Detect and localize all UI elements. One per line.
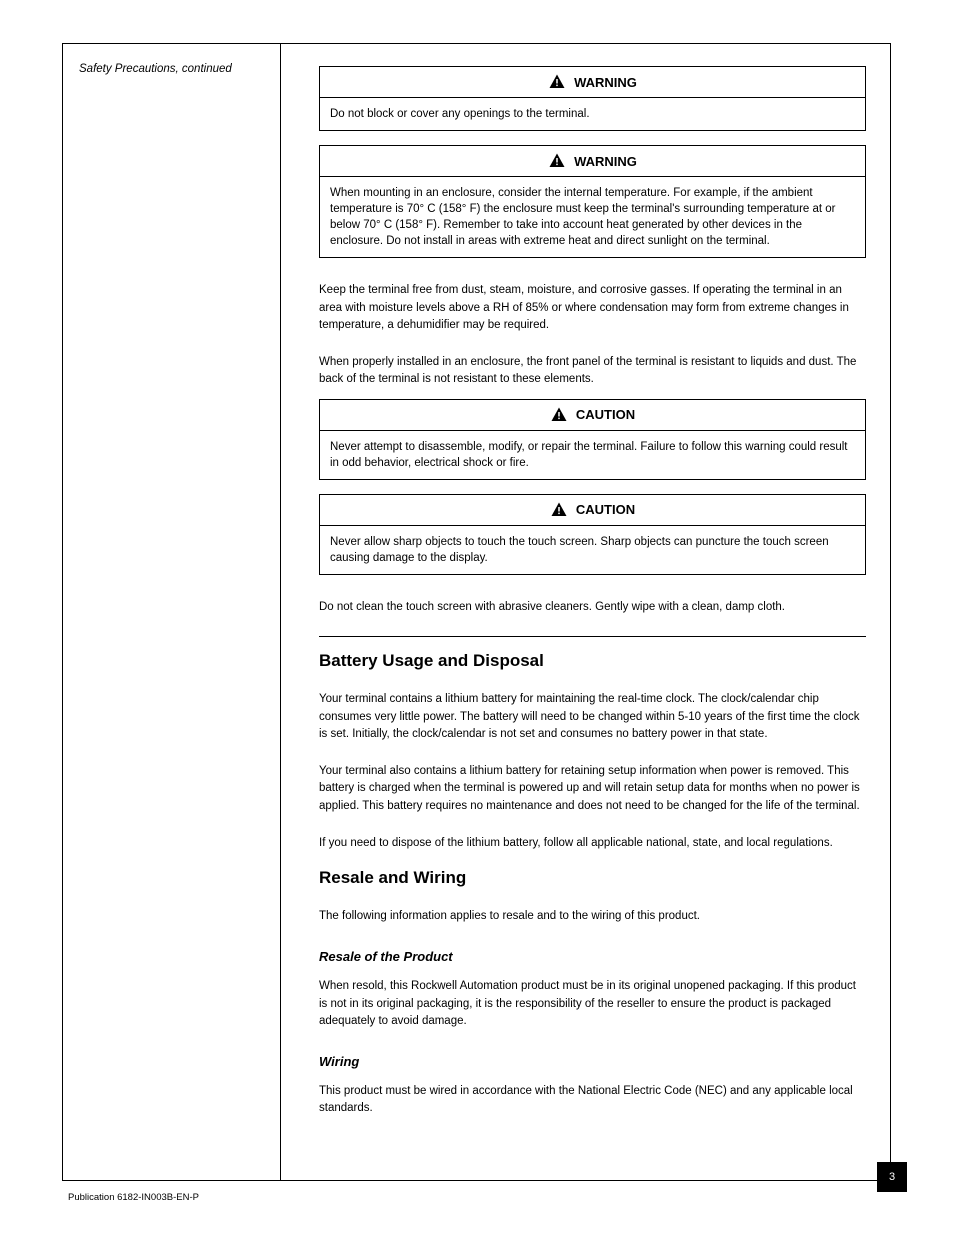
sidebar: Safety Precautions, continued [63, 44, 281, 1180]
warning-icon [548, 73, 566, 91]
warning-icon [550, 406, 568, 424]
paragraph: When properly installed in an enclosure,… [319, 354, 866, 389]
callout-label: WARNING [574, 75, 637, 90]
paragraph: If you need to dispose of the lithium ba… [319, 835, 866, 852]
callout-head: CAUTION [320, 400, 865, 431]
subheading-wiring: Wiring [319, 1054, 866, 1069]
callout-warning-1: WARNING Do not block or cover any openin… [319, 66, 866, 131]
callout-label: CAUTION [576, 407, 635, 422]
paragraph: The following information applies to res… [319, 908, 866, 925]
page-frame: Safety Precautions, continued WARNING Do… [62, 43, 891, 1181]
page-number-badge: 3 [877, 1162, 907, 1192]
paragraph: When resold, this Rockwell Automation pr… [319, 978, 866, 1030]
callout-warning-2: WARNING When mounting in an enclosure, c… [319, 145, 866, 258]
callout-body: Do not block or cover any openings to th… [320, 98, 865, 130]
subheading-resale: Resale of the Product [319, 949, 866, 964]
callout-caution-1: CAUTION Never attempt to disassemble, mo… [319, 399, 866, 480]
paragraph: This product must be wired in accordance… [319, 1083, 866, 1118]
heading-battery: Battery Usage and Disposal [319, 651, 866, 671]
callout-caution-2: CAUTION Never allow sharp objects to tou… [319, 494, 866, 575]
warning-icon [548, 152, 566, 170]
callout-head: CAUTION [320, 495, 865, 526]
callout-label: CAUTION [576, 502, 635, 517]
callout-body: Never attempt to disassemble, modify, or… [320, 431, 865, 479]
paragraph: Do not clean the touch screen with abras… [319, 599, 866, 616]
callout-body: When mounting in an enclosure, consider … [320, 177, 865, 257]
heading-resale: Resale and Wiring [319, 868, 866, 888]
sidebar-kicker: Safety Precautions, continued [79, 62, 268, 78]
footer-publication: Publication 6182-IN003B-EN-P [68, 1192, 199, 1203]
callout-head: WARNING [320, 67, 865, 98]
callout-body: Never allow sharp objects to touch the t… [320, 526, 865, 574]
paragraph: Your terminal also contains a lithium ba… [319, 763, 866, 815]
page-number-text: 3 [889, 1171, 895, 1183]
paragraph: Your terminal contains a lithium battery… [319, 691, 866, 743]
section-divider [319, 636, 866, 637]
callout-label: WARNING [574, 154, 637, 169]
paragraph: Keep the terminal free from dust, steam,… [319, 282, 866, 334]
callout-head: WARNING [320, 146, 865, 177]
main-column: WARNING Do not block or cover any openin… [281, 44, 890, 1180]
warning-icon [550, 501, 568, 519]
